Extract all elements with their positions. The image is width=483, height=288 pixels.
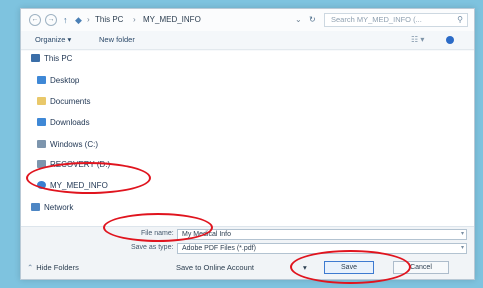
savetype-value: Adobe PDF Files (*.pdf) (182, 245, 256, 252)
tree-item-label: MY_MED_INFO (50, 181, 108, 190)
tree-item-label: This PC (44, 54, 73, 63)
dialog-footer: ⌃ Hide Folders Save to Online Account ▾ S… (21, 256, 474, 279)
filename-label: File name: (141, 230, 174, 237)
drive-icon (37, 140, 46, 148)
up-arrow-icon[interactable]: ↑ (63, 9, 68, 31)
tree-item-desktop[interactable]: Desktop (37, 73, 79, 89)
filename-field[interactable]: My Medical Info ▾ (177, 229, 467, 240)
chevron-down-icon[interactable]: ▾ (461, 230, 464, 239)
file-fields: File name: My Medical Info ▾ Save as typ… (21, 226, 474, 257)
chevron-down-icon[interactable]: ▾ (303, 256, 307, 279)
tree-item-recovery-d[interactable]: RECOVERY (D:) (37, 157, 110, 173)
forward-arrow-icon[interactable]: → (45, 14, 57, 26)
savetype-select[interactable]: Adobe PDF Files (*.pdf) ▾ (177, 243, 467, 254)
tree-item-label: Desktop (50, 76, 80, 85)
address-bar: ← → ↑ ◆ › This PC › MY_MED_INFO ⌄ ↻ Sear… (21, 9, 474, 32)
breadcrumb-my-med-info[interactable]: MY_MED_INFO (143, 9, 201, 31)
tree-item-label: Documents (50, 97, 91, 106)
save-online-label[interactable]: Save to Online Account (176, 256, 254, 279)
hide-folders-label: Hide Folders (36, 263, 79, 272)
collapse-icon: ⌃ (27, 263, 34, 272)
back-arrow-icon[interactable]: ← (29, 14, 41, 26)
savetype-label: Save as type: (131, 244, 174, 251)
tree-item-windows-c[interactable]: Windows (C:) (37, 137, 98, 153)
documents-folder-icon (37, 97, 46, 105)
tree-item-label: RECOVERY (D:) (50, 160, 111, 169)
search-input[interactable]: Search MY_MED_INFO (... ⚲ (324, 13, 468, 27)
new-folder-button[interactable]: New folder (99, 31, 135, 49)
search-icon: ⚲ (457, 15, 463, 24)
breadcrumb-separator: › (87, 15, 90, 24)
downloads-folder-icon (37, 118, 46, 126)
drive-icon (37, 160, 46, 168)
computer-icon (31, 54, 40, 62)
tree-item-my-med-info[interactable]: MY_MED_INFO (37, 178, 108, 194)
tree-item-label: Downloads (50, 118, 90, 127)
save-as-dialog: ← → ↑ ◆ › This PC › MY_MED_INFO ⌄ ↻ Sear… (20, 8, 475, 280)
chevron-down-icon[interactable]: ⌄ (295, 9, 302, 31)
refresh-icon[interactable]: ↻ (309, 9, 316, 31)
tree-item-this-pc[interactable]: This PC (31, 51, 72, 67)
breadcrumb-separator: › (133, 15, 136, 24)
filename-value: My Medical Info (182, 231, 232, 238)
tree-item-documents[interactable]: Documents (37, 94, 90, 110)
network-icon (31, 203, 40, 211)
cancel-button[interactable]: Cancel (393, 261, 449, 274)
navigation-pane: This PC Desktop Documents Downloads Wind… (21, 51, 474, 226)
view-options-icon[interactable]: ☷ ▾ (411, 31, 424, 49)
organize-button[interactable]: Organize ▾ (35, 31, 71, 49)
search-placeholder: Search MY_MED_INFO (... (331, 15, 422, 24)
breadcrumb-this-pc[interactable]: This PC (95, 9, 123, 31)
hide-folders-button[interactable]: ⌃ Hide Folders (27, 256, 79, 279)
chevron-down-icon[interactable]: ▾ (461, 244, 464, 253)
tree-item-label: Network (44, 203, 74, 212)
command-toolbar: Organize ▾ New folder ☷ ▾ (21, 31, 474, 50)
save-button[interactable]: Save (324, 261, 374, 274)
tree-item-downloads[interactable]: Downloads (37, 115, 90, 131)
usb-drive-icon (37, 181, 46, 189)
tree-item-label: Windows (C:) (50, 140, 99, 149)
usb-location-icon: ◆ (75, 15, 82, 25)
tree-item-network[interactable]: Network (31, 200, 73, 216)
help-icon[interactable] (446, 36, 454, 44)
desktop-folder-icon (37, 76, 46, 84)
